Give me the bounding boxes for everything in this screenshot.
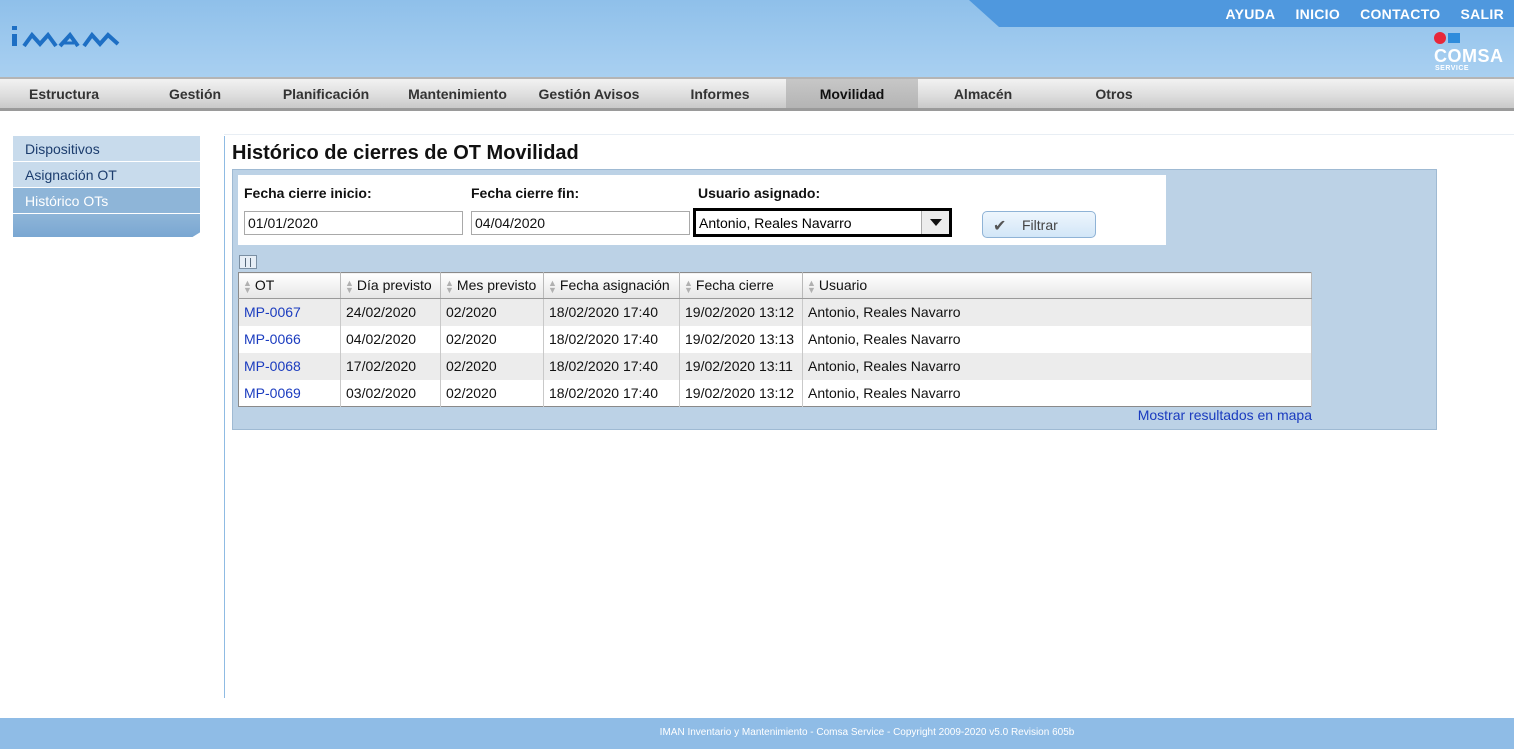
cell-fecha-cierre: 19/02/2020 13:12: [679, 379, 803, 407]
filter-form: Fecha cierre inicio: Fecha cierre fin: U…: [238, 175, 1166, 245]
contact-link[interactable]: CONTACTO: [1350, 6, 1450, 22]
help-link[interactable]: AYUDA: [1215, 6, 1285, 22]
cell-ot: MP-0068: [238, 352, 341, 380]
table-row: MP-0068 17/02/2020 02/2020 18/02/2020 17…: [238, 352, 1312, 380]
column-header-fecha-cierre[interactable]: ▲ ▼ Fecha cierre: [679, 272, 803, 299]
chevron-down-icon[interactable]: [921, 211, 949, 234]
nav-item-movilidad[interactable]: Movilidad: [786, 79, 918, 108]
start-date-label: Fecha cierre inicio:: [244, 185, 372, 201]
comsa-logo: COMSA SERVICE: [1434, 32, 1506, 74]
cell-fecha-asignacion: 18/02/2020 17:40: [543, 325, 680, 353]
show-on-map-link[interactable]: Mostrar resultados en mapa: [1138, 407, 1312, 423]
cell-usuario: Antonio, Reales Navarro: [802, 325, 1312, 353]
nav-item-gestion[interactable]: Gestión: [145, 79, 245, 108]
sort-icon: ▲ ▼: [807, 277, 816, 295]
cell-mes-previsto: 02/2020: [440, 352, 544, 380]
cell-dia-previsto: 24/02/2020: [340, 298, 441, 326]
cell-ot: MP-0066: [238, 325, 341, 353]
column-header-usuario[interactable]: ▲ ▼ Usuario: [802, 272, 1312, 299]
app-footer: IMAN Inventario y Mantenimiento - Comsa …: [0, 718, 1514, 749]
sort-icon: ▲ ▼: [684, 277, 693, 295]
sidebar-item-historico-ots[interactable]: Histórico OTs: [13, 188, 200, 214]
ot-link[interactable]: MP-0069: [244, 385, 301, 401]
user-label: Usuario asignado:: [698, 185, 821, 201]
nav-item-estructura[interactable]: Estructura: [14, 79, 114, 108]
iman-logo[interactable]: [10, 26, 122, 48]
nav-item-otros[interactable]: Otros: [1064, 79, 1164, 108]
sort-icon: ▲ ▼: [243, 277, 252, 295]
filter-results-panel: Fecha cierre inicio: Fecha cierre fin: U…: [232, 169, 1437, 430]
cell-fecha-asignacion: 18/02/2020 17:40: [543, 379, 680, 407]
nav-item-mantenimiento[interactable]: Mantenimiento: [400, 79, 515, 108]
table-row: MP-0069 03/02/2020 02/2020 18/02/2020 17…: [238, 379, 1312, 407]
sidebar-item-dispositivos[interactable]: Dispositivos: [13, 136, 200, 162]
user-select[interactable]: Antonio, Reales Navarro: [693, 208, 952, 237]
cell-fecha-cierre: 19/02/2020 13:12: [679, 298, 803, 326]
main-nav: Estructura Gestión Planificación Manteni…: [0, 77, 1514, 111]
table-row: MP-0066 04/02/2020 02/2020 18/02/2020 17…: [238, 325, 1312, 353]
table-header-row: ▲ ▼ OT ▲ ▼ Día previsto ▲ ▼ Mes previsto ▲ ▼ Fec…: [238, 272, 1312, 299]
columns-icon[interactable]: [239, 255, 257, 269]
content-top-divider: [224, 134, 1514, 135]
nav-item-almacen[interactable]: Almacén: [933, 79, 1033, 108]
brand-sub: SERVICE: [1435, 65, 1470, 72]
cell-fecha-asignacion: 18/02/2020 17:40: [543, 352, 680, 380]
logout-link[interactable]: SALIR: [1451, 6, 1514, 22]
ot-link[interactable]: MP-0068: [244, 358, 301, 374]
cell-dia-previsto: 03/02/2020: [340, 379, 441, 407]
sidebar-item-asignacion-ot[interactable]: Asignación OT: [13, 162, 200, 188]
sort-icon: ▲ ▼: [548, 277, 557, 295]
cell-fecha-asignacion: 18/02/2020 17:40: [543, 298, 680, 326]
check-icon: ✔: [993, 218, 1007, 235]
nav-item-planificacion[interactable]: Planificación: [271, 79, 381, 108]
page-title: Histórico de cierres de OT Movilidad: [232, 142, 579, 164]
cell-mes-previsto: 02/2020: [440, 325, 544, 353]
filter-button-label: Filtrar: [1022, 217, 1058, 233]
filter-button[interactable]: ✔ Filtrar: [982, 211, 1096, 238]
cell-usuario: Antonio, Reales Navarro: [802, 352, 1312, 380]
cell-usuario: Antonio, Reales Navarro: [802, 298, 1312, 326]
user-select-value: Antonio, Reales Navarro: [699, 215, 852, 231]
brand-name: COMSA: [1434, 46, 1504, 66]
column-header-dia-previsto[interactable]: ▲ ▼ Día previsto: [340, 272, 441, 299]
comsa-logo-mark: [1434, 32, 1460, 44]
home-link[interactable]: INICIO: [1285, 6, 1350, 22]
sidebar: Dispositivos Asignación OT Histórico OTs: [13, 136, 200, 237]
start-date-input[interactable]: [244, 211, 463, 235]
end-date-input[interactable]: [471, 211, 690, 235]
ot-link[interactable]: MP-0066: [244, 331, 301, 347]
cell-fecha-cierre: 19/02/2020 13:11: [679, 352, 803, 380]
sort-icon: ▲ ▼: [445, 277, 454, 295]
column-header-ot[interactable]: ▲ ▼ OT: [238, 272, 341, 299]
nav-item-informes[interactable]: Informes: [670, 79, 770, 108]
cell-ot: MP-0069: [238, 379, 341, 407]
cell-dia-previsto: 04/02/2020: [340, 325, 441, 353]
cell-usuario: Antonio, Reales Navarro: [802, 379, 1312, 407]
cell-mes-previsto: 02/2020: [440, 379, 544, 407]
ot-link[interactable]: MP-0067: [244, 304, 301, 320]
sidebar-divider: [224, 136, 225, 698]
sidebar-footer: [13, 214, 200, 237]
nav-item-gestion-avisos[interactable]: Gestión Avisos: [530, 79, 648, 108]
top-links: AYUDA INICIO CONTACTO SALIR: [1215, 6, 1514, 22]
cell-ot: MP-0067: [238, 298, 341, 326]
results-table: ▲ ▼ OT ▲ ▼ Día previsto ▲ ▼ Mes previsto ▲ ▼ Fec…: [238, 272, 1312, 407]
cell-mes-previsto: 02/2020: [440, 298, 544, 326]
cell-fecha-cierre: 19/02/2020 13:13: [679, 325, 803, 353]
end-date-label: Fecha cierre fin:: [471, 185, 580, 201]
column-header-mes-previsto[interactable]: ▲ ▼ Mes previsto: [440, 272, 544, 299]
table-row: MP-0067 24/02/2020 02/2020 18/02/2020 17…: [238, 298, 1312, 326]
footer-copyright: IMAN Inventario y Mantenimiento - Comsa …: [659, 727, 1075, 738]
cell-dia-previsto: 17/02/2020: [340, 352, 441, 380]
column-header-fecha-asignacion[interactable]: ▲ ▼ Fecha asignación: [543, 272, 680, 299]
sort-icon: ▲ ▼: [345, 277, 354, 295]
app-header: AYUDA INICIO CONTACTO SALIR COMSA SERVIC…: [0, 0, 1514, 77]
